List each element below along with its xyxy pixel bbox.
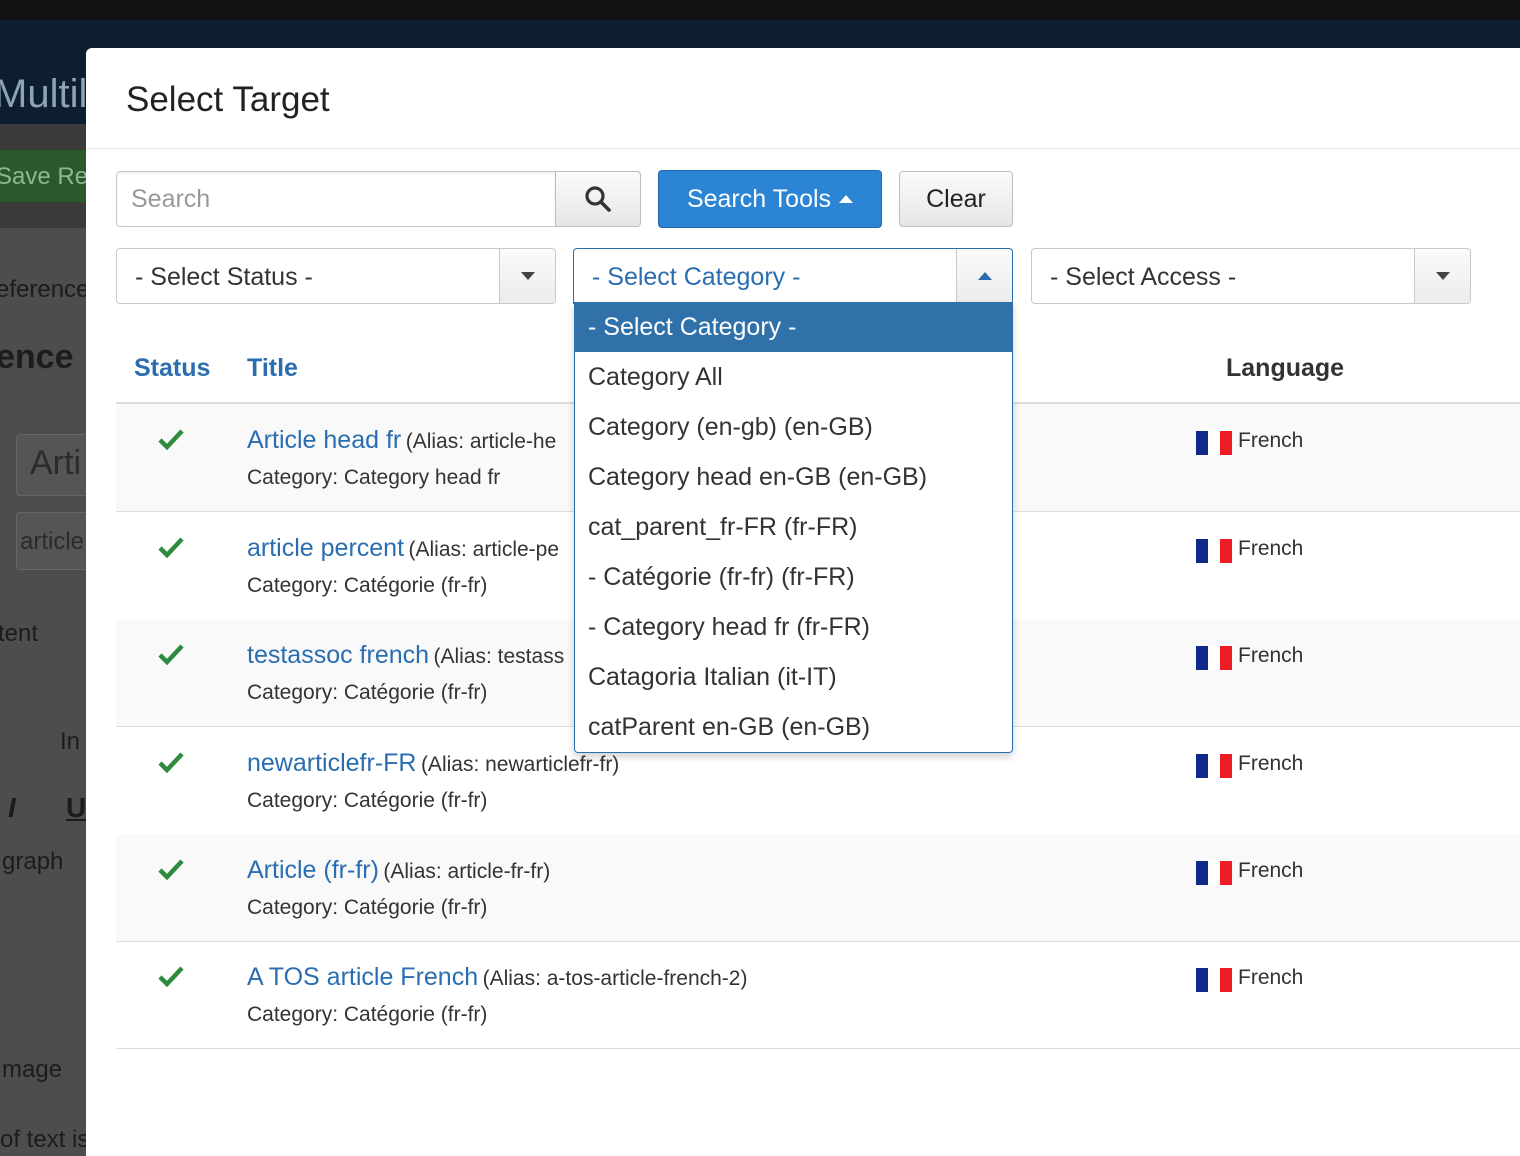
table-row: A TOS article French (Alias: a-tos-artic… <box>116 941 1520 1049</box>
article-category: Category: Catégorie (fr-fr) <box>247 681 488 704</box>
chevron-down-icon <box>1435 272 1450 280</box>
french-flag-icon <box>1196 861 1232 885</box>
french-flag-icon <box>1196 431 1232 455</box>
access-select[interactable]: - Select Access - <box>1031 248 1471 304</box>
category-option[interactable]: - Select Category - <box>575 302 1012 352</box>
article-link[interactable]: newarticlefr-FR <box>247 749 416 777</box>
background-italic-icon: I <box>8 792 16 823</box>
article-category: Category: Catégorie (fr-fr) <box>247 896 488 919</box>
row-title: testassoc french (Alias: testass <box>247 641 564 670</box>
article-language: French <box>1238 966 1304 989</box>
article-category: Category: Category head fr <box>247 466 501 489</box>
category-option[interactable]: - Catégorie (fr-fr) (fr-FR) <box>575 552 1012 602</box>
category-option[interactable]: catParent en-GB (en-GB) <box>575 702 1012 752</box>
background-insert-menu: In <box>60 728 81 755</box>
category-select-toggle[interactable] <box>956 249 1012 303</box>
chevron-up-icon <box>977 272 992 280</box>
article-category: Category: Catégorie (fr-fr) <box>247 789 488 812</box>
category-option[interactable]: Catagoria Italian (it-IT) <box>575 652 1012 702</box>
background-alias-value: article <box>20 528 85 555</box>
article-link[interactable]: testassoc french <box>247 641 429 669</box>
table-row: Article (fr-fr) (Alias: article-fr-fr) C… <box>116 834 1520 942</box>
category-option[interactable]: - Category head fr (fr-FR) <box>575 602 1012 652</box>
row-title: Article head fr (Alias: article-he <box>247 426 556 455</box>
modal-title: Select Target <box>126 80 330 119</box>
background-save-button: Save Re <box>0 150 89 202</box>
search-icon <box>585 186 611 212</box>
background-content-tab: tent <box>0 620 39 647</box>
chevron-down-icon <box>520 272 535 280</box>
background-body-text: of text is <box>0 1126 90 1153</box>
search-button[interactable] <box>555 171 641 227</box>
category-option[interactable]: Category (en-gb) (en-GB) <box>575 402 1012 452</box>
article-alias: (Alias: a-tos-article-french-2) <box>482 967 748 990</box>
caret-up-icon <box>839 195 854 203</box>
category-select-value: - Select Category - <box>592 263 801 291</box>
article-language: French <box>1238 752 1304 775</box>
row-title: A TOS article French (Alias: a-tos-artic… <box>247 963 747 992</box>
french-flag-icon <box>1196 539 1232 563</box>
article-alias: (Alias: article-fr-fr) <box>383 860 551 883</box>
status-column-header[interactable]: Status <box>134 354 210 383</box>
row-title: article percent (Alias: article-pe <box>247 534 559 563</box>
article-language: French <box>1238 859 1304 882</box>
background-header-title: Multil <box>0 72 88 116</box>
article-language: French <box>1238 644 1304 667</box>
row-title: newarticlefr-FR (Alias: newarticlefr-fr) <box>247 749 619 778</box>
background-image-label: mage <box>2 1056 63 1083</box>
background-title-value: Arti <box>30 444 81 482</box>
check-icon <box>158 429 184 450</box>
search-tools-button[interactable]: Search Tools <box>658 170 882 228</box>
row-title: Article (fr-fr) (Alias: article-fr-fr) <box>247 856 550 885</box>
modal-header: Select Target <box>86 48 1520 149</box>
clear-button[interactable]: Clear <box>899 171 1013 227</box>
check-icon <box>158 859 184 880</box>
background-section-title: ence <box>0 338 74 376</box>
access-select-value: - Select Access - <box>1050 263 1237 291</box>
search-tools-label: Search Tools <box>686 184 832 213</box>
check-icon <box>158 644 184 665</box>
article-link[interactable]: article percent <box>247 534 404 562</box>
article-link[interactable]: Article head fr <box>247 426 401 454</box>
category-option[interactable]: Category All <box>575 352 1012 402</box>
article-link[interactable]: A TOS article French <box>247 963 478 991</box>
check-icon <box>158 966 184 987</box>
language-column-header: Language <box>1226 354 1345 382</box>
article-link[interactable]: Article (fr-fr) <box>247 856 379 884</box>
article-alias: (Alias: article-he <box>405 430 557 453</box>
background-paragraph-select: graph <box>2 848 64 875</box>
article-category: Category: Catégorie (fr-fr) <box>247 1003 488 1026</box>
category-option[interactable]: Category head en-GB (en-GB) <box>575 452 1012 502</box>
article-language: French <box>1238 537 1304 560</box>
background-save-label: Save Re <box>0 163 89 190</box>
category-option[interactable]: cat_parent_fr-FR (fr-FR) <box>575 502 1012 552</box>
french-flag-icon <box>1196 646 1232 670</box>
access-select-toggle[interactable] <box>1414 249 1470 303</box>
title-column-header[interactable]: Title <box>247 354 298 383</box>
french-flag-icon <box>1196 968 1232 992</box>
check-icon <box>158 752 184 773</box>
category-select[interactable]: - Select Category - <box>573 248 1013 304</box>
status-select-toggle[interactable] <box>499 249 555 303</box>
search-input[interactable] <box>116 171 556 227</box>
check-icon <box>158 537 184 558</box>
category-dropdown-list: - Select Category - Category All Categor… <box>574 302 1013 753</box>
background-topbar <box>0 0 1520 20</box>
status-select[interactable]: - Select Status - <box>116 248 556 304</box>
article-alias: (Alias: newarticlefr-fr) <box>420 753 620 776</box>
article-alias: (Alias: testass <box>433 645 565 668</box>
status-select-value: - Select Status - <box>135 263 313 291</box>
article-language: French <box>1238 429 1304 452</box>
french-flag-icon <box>1196 754 1232 778</box>
background-underline-icon: U <box>66 792 87 823</box>
background-reference-tab: eference <box>0 276 90 303</box>
select-target-modal: Select Target Search Tools Clear - Selec… <box>86 48 1520 1156</box>
article-category: Category: Catégorie (fr-fr) <box>247 574 488 597</box>
article-alias: (Alias: article-pe <box>408 538 560 561</box>
